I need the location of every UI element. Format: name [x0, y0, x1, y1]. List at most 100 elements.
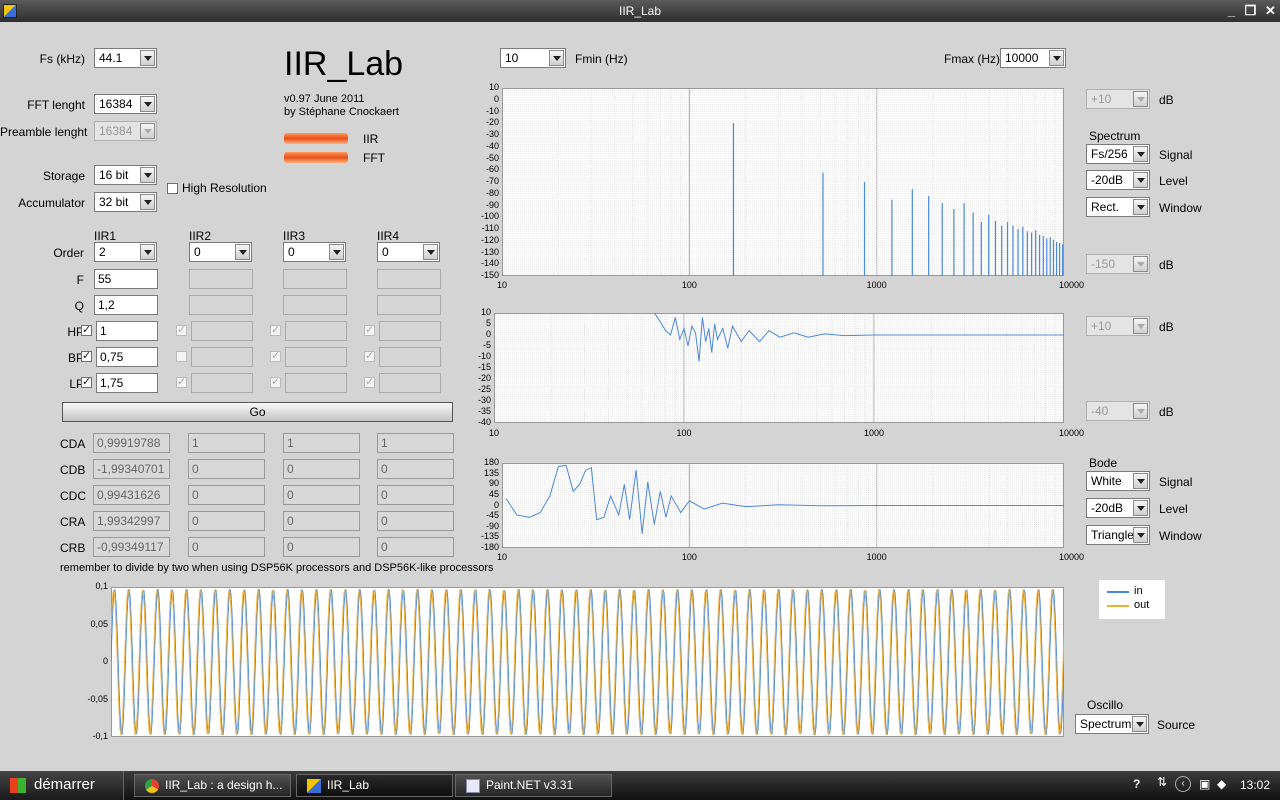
fmin-combo[interactable]: 10	[500, 48, 566, 68]
coef-label-cdc: CDC	[60, 489, 86, 503]
coef-cra-4: 0	[377, 511, 454, 531]
order-combo-4[interactable]: 0	[377, 242, 440, 262]
high-resolution-checkbox[interactable]	[167, 183, 178, 194]
chevron-down-icon[interactable]	[1133, 527, 1148, 543]
f-input-4[interactable]	[377, 269, 441, 289]
lp-input-4[interactable]	[379, 373, 441, 393]
q-input-1[interactable]: 1,2	[94, 295, 158, 315]
coef-crb-1: -0,99349117	[93, 537, 170, 557]
hp-checkbox-1[interactable]	[81, 323, 92, 336]
chevron-left-icon[interactable]: ‹	[1175, 776, 1191, 792]
bp-input-3[interactable]	[285, 347, 347, 367]
lp-checkbox-4[interactable]	[364, 375, 375, 388]
bode-level-combo[interactable]: -20dB	[1086, 498, 1150, 518]
phase-plot[interactable]	[502, 463, 1064, 548]
order-combo-2[interactable]: 0	[189, 242, 252, 262]
lp-checkbox-3[interactable]	[270, 375, 281, 388]
bp-checkbox-3[interactable]	[270, 349, 281, 362]
storage-combo[interactable]: 16 bit	[94, 165, 157, 185]
help-icon[interactable]: ?	[1133, 777, 1140, 791]
task-chrome[interactable]: IIR_Lab : a design h...	[134, 774, 291, 797]
f-input-2[interactable]	[189, 269, 253, 289]
oscillo-source-combo[interactable]: Spectrum	[1075, 714, 1149, 734]
restore-icon[interactable]: ❐	[1242, 3, 1259, 19]
hp-input-1[interactable]: 1	[96, 321, 158, 341]
lp-input-2[interactable]	[191, 373, 253, 393]
clock: 13:02	[1240, 778, 1271, 792]
chevron-down-icon[interactable]	[140, 244, 155, 260]
f-input-3[interactable]	[283, 269, 347, 289]
hp-checkbox-3[interactable]	[270, 323, 281, 336]
coef-crb-3: 0	[283, 537, 360, 557]
spectrum-plot[interactable]	[502, 88, 1064, 276]
spectrum-bottom-db-unit: dB	[1159, 258, 1174, 272]
lp-input-1[interactable]: 1,75	[96, 373, 158, 393]
chevron-down-icon[interactable]	[329, 244, 344, 260]
network-icon[interactable]: ⇅	[1157, 775, 1167, 789]
fmax-combo[interactable]: 10000	[1000, 48, 1066, 68]
chevron-down-icon[interactable]	[549, 50, 564, 66]
chrome-icon	[145, 779, 159, 793]
lp-checkbox-2[interactable]	[176, 375, 187, 388]
hp-checkbox-2[interactable]	[176, 323, 187, 336]
chevron-down-icon[interactable]	[140, 167, 155, 183]
bp-input-4[interactable]	[379, 347, 441, 367]
q-input-3[interactable]	[283, 295, 347, 315]
chevron-down-icon[interactable]	[1049, 50, 1064, 66]
magnitude-plot[interactable]	[494, 313, 1064, 423]
accumulator-combo[interactable]: 32 bit	[94, 192, 157, 212]
order-row-label: Order	[53, 246, 84, 260]
chevron-down-icon[interactable]	[235, 244, 250, 260]
chevron-down-icon[interactable]	[1133, 172, 1148, 188]
chevron-down-icon[interactable]	[140, 194, 155, 210]
axis-tick: 10	[496, 280, 507, 290]
q-input-2[interactable]	[189, 295, 253, 315]
hp-input-2[interactable]	[191, 321, 253, 341]
chevron-down-icon[interactable]	[1133, 199, 1148, 215]
lp-input-3[interactable]	[285, 373, 347, 393]
spectrum-level-combo[interactable]: -20dB	[1086, 170, 1150, 190]
dropbox-icon[interactable]: ◆	[1217, 777, 1226, 791]
oscilloscope-plot[interactable]	[111, 587, 1064, 737]
bp-input-2[interactable]	[191, 347, 253, 367]
chevron-down-icon[interactable]	[1133, 146, 1148, 162]
spectrum-section-label: Spectrum	[1089, 129, 1141, 143]
bode-window-combo[interactable]: Triangle	[1086, 525, 1150, 545]
order-combo-1[interactable]: 2	[94, 242, 157, 262]
task-iirlab[interactable]: IIR_Lab	[296, 774, 453, 797]
hp-input-3[interactable]	[285, 321, 347, 341]
start-button[interactable]: démarrer	[0, 771, 124, 800]
bp-checkbox-1[interactable]	[81, 349, 92, 362]
chevron-down-icon[interactable]	[423, 244, 438, 260]
bode-signal-combo[interactable]: White	[1086, 471, 1150, 491]
chevron-down-icon[interactable]	[140, 50, 155, 66]
window-titlebar[interactable]: IIR_Lab _ ❐ ✕	[0, 0, 1280, 22]
order-combo-3[interactable]: 0	[283, 242, 346, 262]
coef-cda-1: 0,99919788	[93, 433, 170, 453]
lp-checkbox-1[interactable]	[81, 375, 92, 388]
q-input-4[interactable]	[377, 295, 441, 315]
fs-combo[interactable]: 44.1	[94, 48, 157, 68]
axis-tick: 0,05	[90, 618, 108, 629]
chevron-down-icon[interactable]	[1133, 500, 1148, 516]
bp-checkbox-2[interactable]	[176, 351, 187, 362]
spectrum-window-combo[interactable]: Rect.	[1086, 197, 1150, 217]
chevron-down-icon[interactable]	[1132, 716, 1147, 732]
hp-checkbox-4[interactable]	[364, 323, 375, 336]
bp-input-1[interactable]: 0,75	[96, 347, 158, 367]
hp-input-4[interactable]	[379, 321, 441, 341]
fft-length-label: FFT lenght	[27, 98, 85, 112]
fmin-label: Fmin (Hz)	[575, 52, 628, 66]
minimize-icon[interactable]: _	[1223, 3, 1240, 19]
f-input-1[interactable]: 55	[94, 269, 158, 289]
go-button[interactable]: Go	[62, 402, 453, 422]
chevron-down-icon[interactable]	[140, 96, 155, 112]
chevron-down-icon[interactable]	[1133, 473, 1148, 489]
fmin-value: 10	[505, 51, 519, 65]
bp-checkbox-4[interactable]	[364, 349, 375, 362]
close-icon[interactable]: ✕	[1262, 3, 1279, 19]
spectrum-signal-combo[interactable]: Fs/256	[1086, 144, 1150, 164]
fft-length-combo[interactable]: 16384	[94, 94, 157, 114]
monitor-icon[interactable]: ▣	[1199, 777, 1210, 791]
task-paintnet[interactable]: Paint.NET v3.31	[455, 774, 612, 797]
